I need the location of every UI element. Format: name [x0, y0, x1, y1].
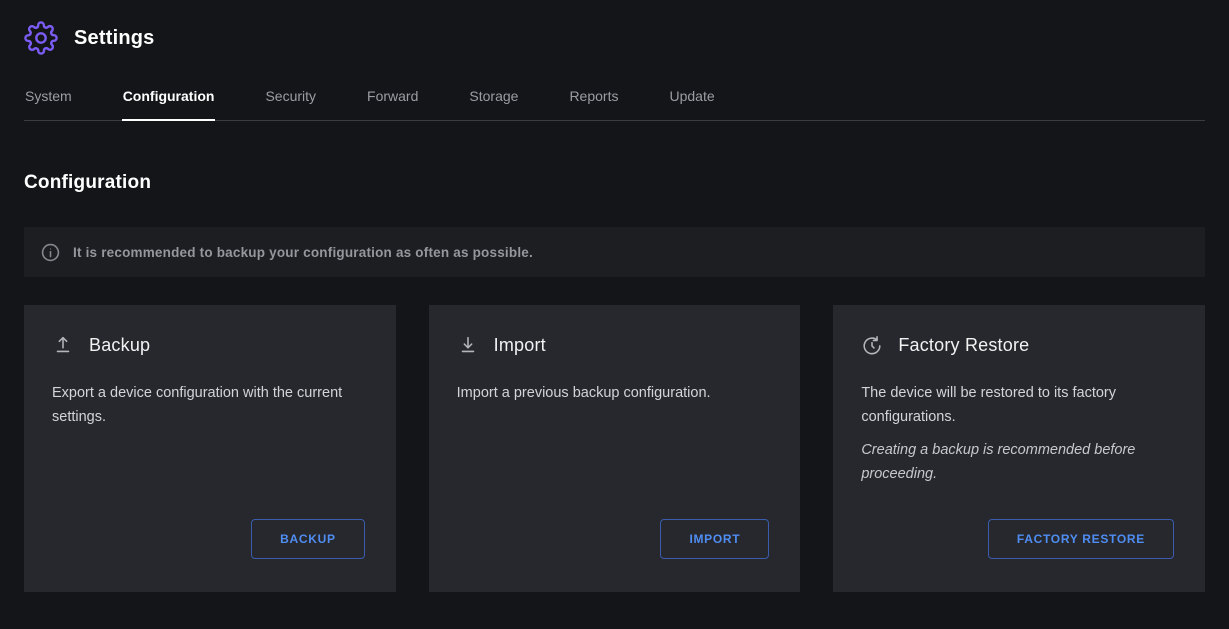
tab-security[interactable]: Security — [264, 80, 317, 121]
import-card-header: Import — [457, 334, 773, 356]
page-header: Settings — [24, 0, 1205, 62]
restore-timer-icon — [861, 334, 883, 356]
backup-card-header: Backup — [52, 334, 368, 356]
factory-restore-card-description: The device will be restored to its facto… — [861, 382, 1177, 430]
card-grid: Backup Export a device configuration wit… — [24, 305, 1205, 592]
backup-card-title: Backup — [89, 335, 150, 356]
app-title: Settings — [74, 27, 155, 50]
section-title: Configuration — [24, 172, 1205, 194]
factory-restore-card-note: Creating a backup is recommended before … — [861, 439, 1177, 487]
gear-icon — [24, 21, 58, 55]
download-icon — [457, 334, 479, 356]
tab-forward[interactable]: Forward — [366, 80, 419, 121]
settings-page: Settings System Configuration Security F… — [0, 0, 1229, 592]
factory-restore-card-header: Factory Restore — [861, 334, 1177, 356]
factory-restore-card: Factory Restore The device will be resto… — [833, 305, 1205, 592]
tab-reports[interactable]: Reports — [568, 80, 619, 121]
import-card-title: Import — [494, 335, 546, 356]
info-icon — [41, 243, 60, 262]
recommendation-banner: It is recommended to backup your configu… — [24, 227, 1205, 277]
tab-bar: System Configuration Security Forward St… — [24, 80, 1205, 121]
factory-restore-card-title: Factory Restore — [898, 335, 1029, 356]
upload-icon — [52, 334, 74, 356]
import-button[interactable]: IMPORT — [660, 519, 769, 559]
tab-storage[interactable]: Storage — [468, 80, 519, 121]
tab-system[interactable]: System — [24, 80, 73, 121]
banner-text: It is recommended to backup your configu… — [73, 245, 533, 260]
tab-configuration[interactable]: Configuration — [122, 80, 216, 121]
backup-card-description: Export a device configuration with the c… — [52, 382, 368, 430]
tab-update[interactable]: Update — [668, 80, 715, 121]
import-card: Import Import a previous backup configur… — [429, 305, 801, 592]
backup-button[interactable]: BACKUP — [251, 519, 365, 559]
backup-card: Backup Export a device configuration wit… — [24, 305, 396, 592]
factory-restore-button[interactable]: FACTORY RESTORE — [988, 519, 1174, 559]
import-card-description: Import a previous backup configuration. — [457, 382, 773, 406]
